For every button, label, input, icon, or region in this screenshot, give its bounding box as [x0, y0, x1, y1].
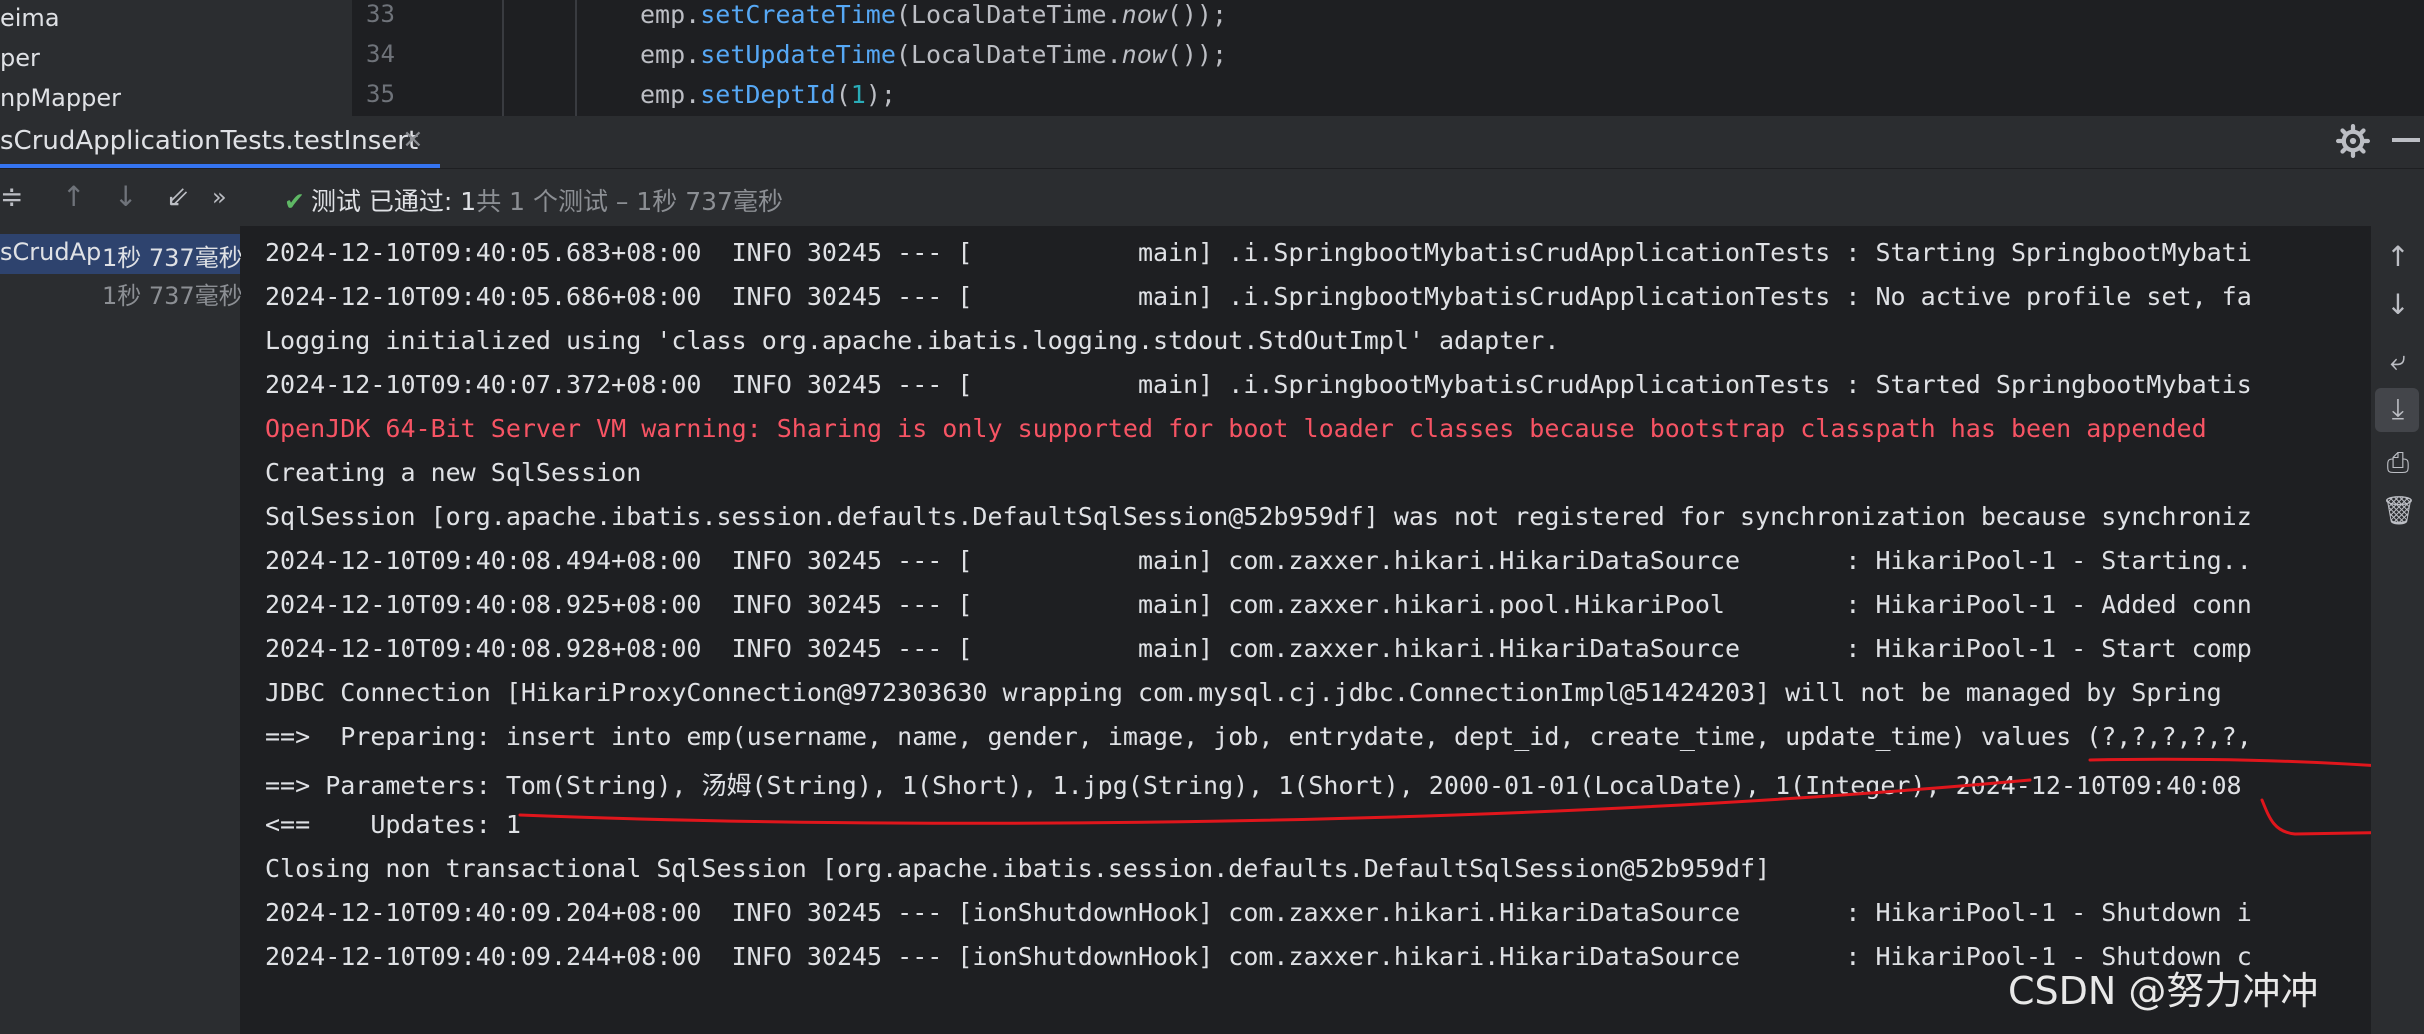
- console-line: Logging initialized using 'class org.apa…: [265, 326, 1560, 355]
- project-tree-pane[interactable]: eima per npMapper: [0, 0, 352, 116]
- close-icon[interactable]: ×: [402, 124, 424, 154]
- console-line: 2024-12-10T09:40:05.686+08:00 INFO 30245…: [265, 282, 2252, 311]
- test-status: ✔ 测试 已通过: 1共 1 个测试 – 1秒 737毫秒: [284, 182, 783, 218]
- gear-icon[interactable]: [2336, 124, 2370, 158]
- console-line: JDBC Connection [HikariProxyConnection@9…: [265, 678, 2222, 707]
- status-detail: 共 1 个测试 – 1秒 737毫秒: [476, 187, 783, 216]
- console-line: 2024-12-10T09:40:05.683+08:00 INFO 30245…: [265, 238, 2252, 267]
- console-line: 2024-12-10T09:40:09.244+08:00 INFO 30245…: [265, 942, 2252, 971]
- export-icon[interactable]: ⇙: [166, 182, 189, 212]
- tab-run-test-insert[interactable]: sCrudApplicationTests.testInsert ×: [0, 116, 440, 168]
- tree-row-label: sCrudAp: [0, 238, 102, 266]
- console-line: 2024-12-10T09:40:08.494+08:00 INFO 30245…: [265, 546, 2252, 575]
- test-results-tree: sCrudAp 1秒 737毫秒 1秒 737毫秒: [0, 226, 243, 1034]
- tree-row-child-duration[interactable]: 1秒 737毫秒: [102, 276, 243, 311]
- console-line: Creating a new SqlSession: [265, 458, 642, 487]
- line-number: 34: [366, 40, 395, 68]
- check-icon: ✔: [284, 187, 305, 216]
- console-line: 2024-12-10T09:40:09.204+08:00 INFO 30245…: [265, 898, 2252, 927]
- print-icon[interactable]: ⎙: [2381, 446, 2415, 480]
- code-editor[interactable]: eima per npMapper 33 34 35 emp.setCreate…: [0, 0, 2424, 116]
- console-line: 2024-12-10T09:40:07.372+08:00 INFO 30245…: [265, 370, 2252, 399]
- line-number: 33: [366, 0, 395, 28]
- scroll-up-icon[interactable]: ↑: [2381, 240, 2415, 273]
- run-tab-label: sCrudApplicationTests.testInsert: [0, 126, 419, 156]
- arrow-down-icon[interactable]: ↓: [114, 182, 137, 212]
- project-item[interactable]: per: [0, 44, 40, 72]
- run-tab-bar: sCrudApplicationTests.testInsert ×: [0, 116, 2424, 169]
- code-line[interactable]: emp.setCreateTime(LocalDateTime.now());: [640, 0, 1227, 29]
- code-line[interactable]: emp.setUpdateTime(LocalDateTime.now());: [640, 40, 1227, 69]
- console-line: ==> Parameters: Tom(String), 汤姆(String),…: [265, 771, 2242, 800]
- gutter-divider: [502, 0, 504, 116]
- indent-guide: [575, 0, 577, 116]
- console-line: <== Updates: 1: [265, 810, 521, 839]
- console-line: Closing non transactional SqlSession [or…: [265, 854, 1771, 883]
- minimize-icon[interactable]: [2392, 138, 2420, 142]
- more-icon[interactable]: »: [212, 182, 227, 212]
- trash-icon[interactable]: 🗑: [2381, 494, 2417, 527]
- soft-wrap-icon[interactable]: ⤶: [2381, 344, 2415, 378]
- line-number: 35: [366, 80, 395, 108]
- tree-row-root[interactable]: sCrudAp 1秒 737毫秒: [0, 234, 243, 274]
- arrow-up-icon[interactable]: ↑: [62, 182, 85, 212]
- test-toolbar: ≑ ↑ ↓ ⇙ » ✔ 测试 已通过: 1共 1 个测试 – 1秒 737毫秒: [0, 170, 2424, 226]
- console-line: SqlSession [org.apache.ibatis.session.de…: [265, 502, 2252, 531]
- scroll-to-end-icon[interactable]: ⤓: [2381, 392, 2415, 426]
- scroll-down-icon[interactable]: ↓: [2381, 288, 2415, 321]
- console-warning-line: OpenJDK 64-Bit Server VM warning: Sharin…: [265, 414, 2207, 443]
- active-tab-indicator: [0, 164, 440, 168]
- console-side-toolbar: ↑ ↓ ⤶ ⤓ ⎙ 🗑: [2371, 226, 2424, 1034]
- project-item[interactable]: npMapper: [0, 84, 121, 112]
- project-item[interactable]: eima: [0, 4, 60, 32]
- tree-row-duration: 1秒 737毫秒: [102, 244, 243, 272]
- console-line: ==> Preparing: insert into emp(username,…: [265, 722, 2252, 751]
- collapse-all-icon[interactable]: ≑: [0, 182, 23, 212]
- watermark: CSDN @努力冲冲: [2008, 969, 2319, 1013]
- console-line: 2024-12-10T09:40:08.928+08:00 INFO 30245…: [265, 634, 2252, 663]
- console-line: 2024-12-10T09:40:08.925+08:00 INFO 30245…: [265, 590, 2252, 619]
- console-output[interactable]: 2024-12-10T09:40:05.683+08:00 INFO 30245…: [241, 226, 2371, 1034]
- status-main: 测试 已通过: 1: [310, 187, 477, 216]
- code-line[interactable]: emp.setDeptId(1);: [640, 80, 896, 109]
